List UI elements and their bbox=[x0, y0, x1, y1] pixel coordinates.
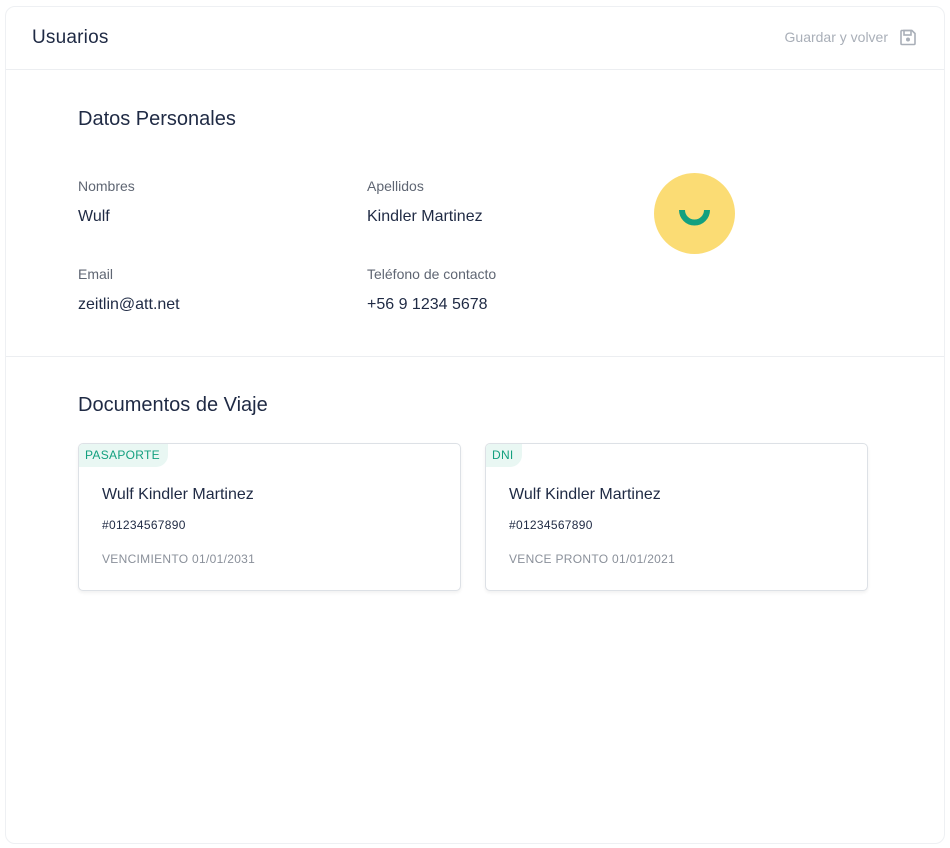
personal-data-title: Datos Personales bbox=[78, 108, 236, 130]
avatar bbox=[654, 173, 735, 254]
document-type-tag: DNI bbox=[486, 444, 522, 467]
travel-documents-title: Documentos de Viaje bbox=[78, 394, 268, 416]
floppy-disk-icon bbox=[898, 27, 918, 47]
document-holder-name: Wulf Kindler Martinez bbox=[102, 486, 254, 503]
phone-value: +56 9 1234 5678 bbox=[367, 296, 488, 313]
email-value: zeitlin@att.net bbox=[78, 296, 180, 313]
document-number: #01234567890 bbox=[509, 518, 593, 532]
last-name-value: Kindler Martinez bbox=[367, 208, 483, 225]
document-card-passport[interactable]: PASAPORTE Wulf Kindler Martinez #0123456… bbox=[78, 443, 461, 591]
first-name-value: Wulf bbox=[78, 208, 110, 225]
document-number: #01234567890 bbox=[102, 518, 186, 532]
top-bar: Usuarios Guardar y volver bbox=[6, 7, 944, 70]
document-type-tag: PASAPORTE bbox=[79, 444, 168, 467]
document-expiry: VENCE PRONTO 01/01/2021 bbox=[509, 552, 676, 566]
save-and-return-button[interactable]: Guardar y volver bbox=[785, 27, 918, 47]
document-card-dni[interactable]: DNI Wulf Kindler Martinez #01234567890 V… bbox=[485, 443, 868, 591]
document-expiry: VENCIMIENTO 01/01/2031 bbox=[102, 552, 256, 566]
section-divider bbox=[6, 356, 944, 357]
document-holder-name: Wulf Kindler Martinez bbox=[509, 486, 661, 503]
page-title: Usuarios bbox=[32, 27, 109, 48]
phone-label: Teléfono de contacto bbox=[367, 266, 497, 282]
last-name-label: Apellidos bbox=[367, 178, 424, 194]
smile-icon bbox=[679, 209, 710, 226]
email-label: Email bbox=[78, 266, 114, 282]
user-panel: Usuarios Guardar y volver Datos Personal… bbox=[5, 6, 945, 844]
first-name-label: Nombres bbox=[78, 178, 135, 194]
save-label: Guardar y volver bbox=[784, 29, 888, 45]
